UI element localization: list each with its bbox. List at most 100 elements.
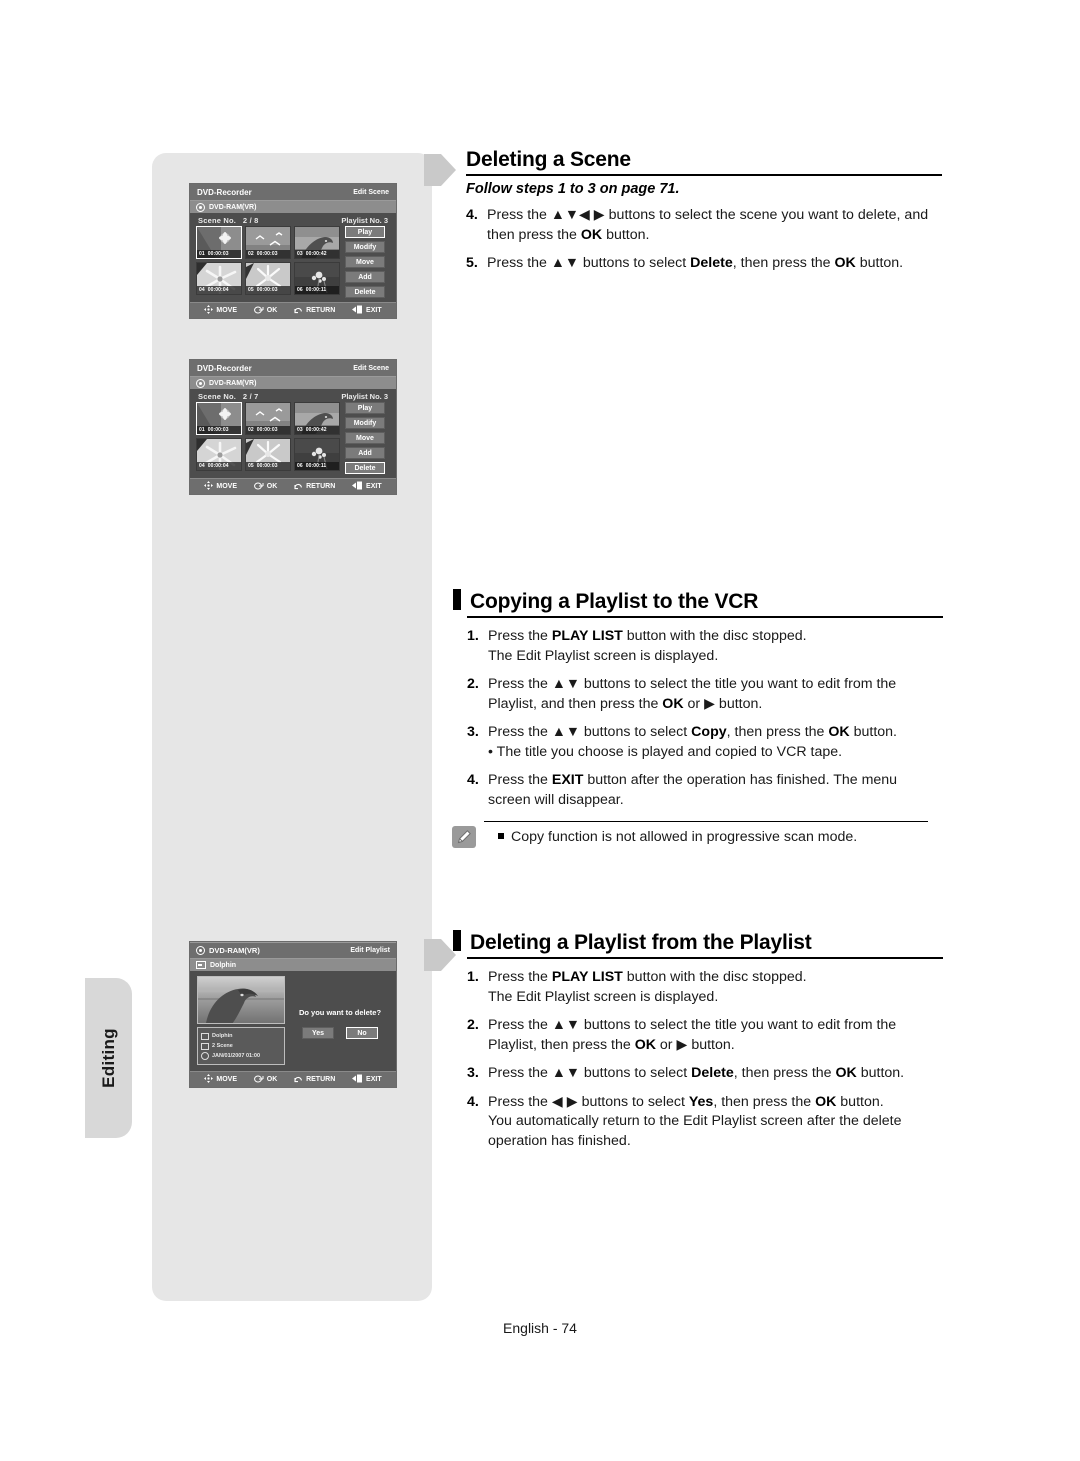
osd-mode-name: Edit Playlist	[350, 947, 390, 954]
step-item: 4. Press the EXIT button after the operat…	[467, 771, 943, 810]
osd-button-modify[interactable]: Modify	[345, 417, 385, 429]
note-text-wrap: Copy function is not allowed in progress…	[476, 822, 857, 847]
confirm-question: Do you want to delete?	[298, 1008, 382, 1017]
osd-dialog-right: Do you want to delete? Yes No	[291, 976, 389, 1065]
scene-thumbnail[interactable]: 02 00:00:03	[245, 226, 291, 259]
section-rule	[466, 174, 942, 176]
scene-thumbnail[interactable]: 05 00:00:03	[245, 438, 291, 471]
step-item: 1. Press the PLAY LIST button with the di…	[467, 627, 943, 666]
scene-number: 05	[248, 287, 254, 293]
note-box: Copy function is not allowed in progress…	[452, 821, 942, 848]
scene-number: 01	[199, 251, 205, 257]
disc-icon	[196, 202, 205, 212]
osd-footer: MOVE OK RETURN EXIT	[190, 1071, 396, 1087]
osd-footer-label: EXIT	[366, 1076, 382, 1083]
section-deleting-a-playlist-from-the-playlist: Deleting a Playlist from the Playlist 1.…	[453, 930, 943, 1151]
step-number: 4.	[467, 1093, 479, 1110]
scene-time: 00:00:42	[305, 251, 327, 257]
osd-button-move[interactable]: Move	[345, 432, 385, 444]
scene-no-label: Scene No. 2 / 7	[198, 392, 259, 401]
scene-thumbnail[interactable]: 04 00:00:04	[196, 262, 242, 295]
scene-thumbnail[interactable]: 02 00:00:03	[245, 402, 291, 435]
step-text: Press the ▲▼ buttons to select the title…	[488, 1017, 897, 1053]
osd-footer-item-move: MOVE	[204, 305, 237, 316]
osd-disc-label: DVD-RAM(VR)	[209, 946, 260, 955]
osd-disc-label: DVD-RAM(VR)	[209, 379, 257, 387]
osd-button-modify[interactable]: Modify	[345, 241, 385, 253]
scene-thumbnail[interactable]: 06 00:00:11	[294, 262, 340, 295]
playlist-info-text: JAN/01/2007 01:00	[212, 1053, 261, 1059]
scene-thumbnail[interactable]: 01 00:00:03	[196, 402, 242, 435]
osd-footer-label: RETURN	[306, 307, 336, 314]
note-text: Copy function is not allowed in progress…	[511, 829, 858, 845]
scene-caption: 01 00:00:03	[197, 426, 241, 434]
scene-time: 00:00:11	[305, 463, 327, 469]
osd-footer-label: OK	[266, 483, 278, 490]
playlist-no-label: Playlist No. 3	[341, 216, 388, 225]
section-title-text: Deleting a Scene	[466, 148, 631, 171]
page-footer: English - 74	[0, 1320, 1080, 1336]
scene-number: 06	[297, 287, 303, 293]
title-icon	[201, 1032, 209, 1040]
steps-list: 4. Press the ▲▼◀ ▶ buttons to select the …	[466, 206, 942, 274]
osd-body: Scene No. 2 / 7 Playlist No. 3 01 00:00:0…	[190, 389, 396, 478]
step-number: 3.	[467, 724, 479, 740]
scene-time: 00:00:04	[207, 463, 229, 469]
osd-disc-row: DVD-RAM(VR)	[190, 200, 396, 213]
osd-footer-item-move: MOVE	[204, 1074, 237, 1085]
scene-no-label: Scene No. 2 / 8	[198, 216, 259, 225]
scene-no-value: 2 / 8	[242, 216, 259, 225]
scene-thumbnail[interactable]: 01 00:00:03	[196, 226, 242, 259]
osd-button-move[interactable]: Move	[345, 256, 385, 268]
note-row: Copy function is not allowed in progress…	[452, 822, 942, 848]
osd-thumbs-wrap: 01 00:00:03 02 00:00:03 03 00:00:42 04 00:00…	[190, 226, 396, 302]
scene-thumbnail[interactable]: 03 00:00:42	[294, 226, 340, 259]
osd-footer-item-ok: OK	[253, 1075, 277, 1085]
step-text: Press the ▲▼ buttons to select Delete, t…	[488, 1065, 905, 1081]
scene-number: 03	[297, 251, 303, 257]
return-arrow-icon	[294, 305, 303, 316]
playlist-info-text: 2 Scene	[212, 1043, 233, 1049]
osd-button-column: Play Modify Move Add Delete	[345, 226, 385, 298]
scene-icon	[201, 1042, 209, 1050]
osd-button-add[interactable]: Add	[345, 447, 385, 459]
section-subtitle: Follow steps 1 to 3 on page 71.	[466, 181, 680, 197]
scene-caption: 03 00:00:42	[295, 250, 339, 258]
osd-titlebar: DVD-Recorder Edit Scene	[190, 360, 396, 376]
scene-thumbnail[interactable]: 06 00:00:11	[294, 438, 340, 471]
osd-button-delete[interactable]: Delete	[345, 286, 385, 298]
step-text: Press the ▲▼ buttons to select the title…	[488, 676, 897, 712]
scene-thumbnail[interactable]: 04 00:00:04	[196, 438, 242, 471]
step-text: Press the ◀ ▶ buttons to select Yes, the…	[488, 1093, 902, 1149]
step-number: 3.	[467, 1065, 479, 1081]
section-title: Deleting a Playlist from the Playlist	[453, 930, 943, 955]
return-arrow-icon	[294, 1074, 303, 1085]
scene-thumbnail[interactable]: 03 00:00:42	[294, 402, 340, 435]
osd-scene-row: Scene No. 2 / 8 Playlist No. 3	[190, 213, 396, 226]
osd-button-add[interactable]: Add	[345, 271, 385, 283]
scene-thumbnail[interactable]: 05 00:00:03	[245, 262, 291, 295]
step-item: 2. Press the ▲▼ buttons to select the tit…	[467, 675, 943, 714]
ok-enter-icon	[253, 1075, 264, 1085]
osd-footer-item-exit: EXIT	[352, 481, 382, 492]
osd-button-delete[interactable]: Delete	[345, 462, 385, 474]
step-number: 5.	[466, 255, 478, 271]
step-number: 1.	[467, 628, 479, 644]
scene-no-text: Scene No.	[198, 392, 237, 401]
osd-button-play[interactable]: Play	[345, 402, 385, 414]
step-item: 5. Press the ▲▼ buttons to select Delete,…	[466, 254, 942, 274]
section-arrow-icon	[424, 150, 458, 190]
scene-caption: 02 00:00:03	[246, 426, 290, 434]
confirm-button-yes[interactable]: Yes	[302, 1027, 334, 1039]
scene-number: 05	[248, 463, 254, 469]
playlist-no-label: Playlist No. 3	[341, 392, 388, 401]
scene-caption: 01 00:00:03	[197, 250, 241, 258]
confirm-button-no[interactable]: No	[346, 1027, 378, 1039]
step-number: 2.	[467, 1017, 479, 1033]
osd-button-play[interactable]: Play	[345, 226, 385, 238]
scene-time: 00:00:03	[256, 463, 278, 469]
move-pad-icon	[204, 1074, 214, 1085]
scene-caption: 05 00:00:03	[246, 286, 290, 294]
step-number: 4.	[467, 772, 479, 788]
scene-no-value: 2 / 7	[242, 392, 259, 401]
